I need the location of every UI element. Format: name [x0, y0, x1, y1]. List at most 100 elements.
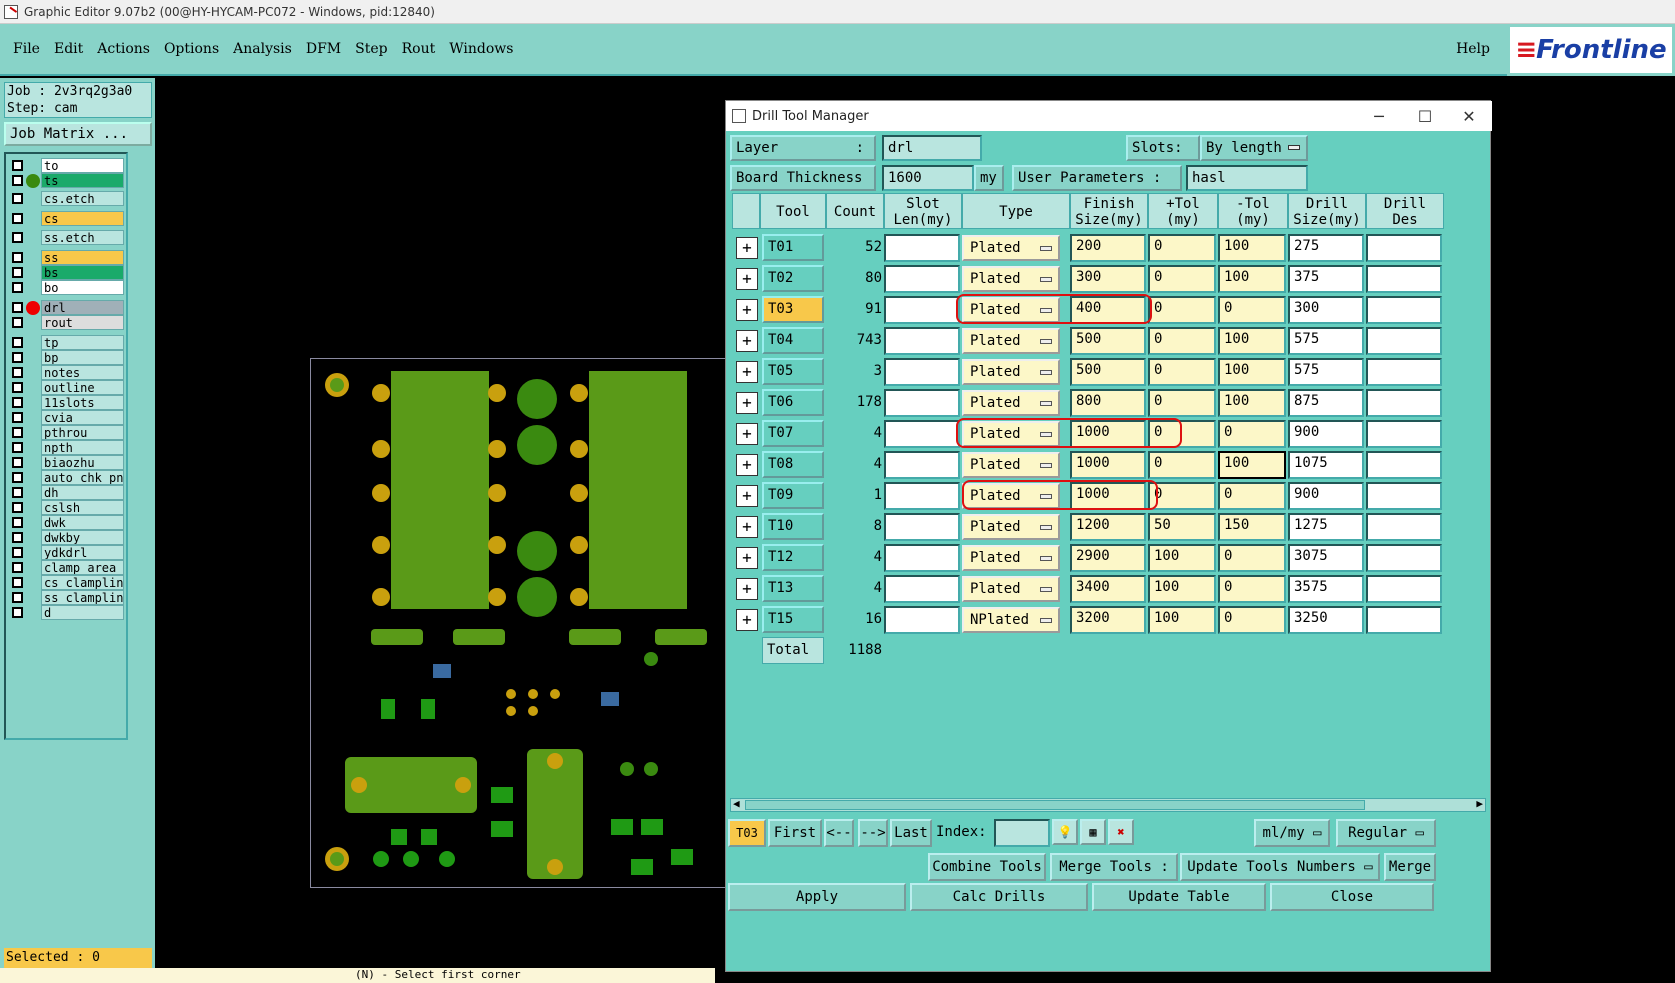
expand-icon[interactable]: +	[736, 454, 758, 476]
drill-size-input[interactable]: 1075	[1288, 451, 1364, 479]
layer-checkbox[interactable]	[12, 302, 23, 313]
drill-des-input[interactable]	[1366, 451, 1442, 479]
layer-checkbox[interactable]	[12, 472, 23, 483]
drill-des-input[interactable]	[1366, 358, 1442, 386]
drill-des-input[interactable]	[1366, 513, 1442, 541]
prev-button[interactable]: <--	[824, 819, 854, 847]
drill-size-input[interactable]: 900	[1288, 482, 1364, 510]
close-button[interactable]: Close	[1270, 883, 1434, 911]
layer-item[interactable]: 11slots	[8, 395, 126, 410]
index-input[interactable]	[994, 819, 1050, 847]
minus-tol-input[interactable]: 100	[1218, 234, 1286, 262]
slot-len-input[interactable]	[884, 265, 960, 293]
finish-size-input[interactable]: 3400	[1070, 575, 1146, 603]
last-button[interactable]: Last	[890, 819, 932, 847]
expand-icon[interactable]: +	[736, 392, 758, 414]
tool-button[interactable]: T13	[762, 575, 824, 602]
layer-checkbox[interactable]	[12, 532, 23, 543]
type-dropdown[interactable]: Plated	[962, 545, 1060, 571]
layer-checkbox[interactable]	[12, 232, 23, 243]
layer-item[interactable]: rout	[8, 315, 126, 330]
layer-item[interactable]: cs_clampline	[8, 575, 126, 590]
layer-item[interactable]: bp	[8, 350, 126, 365]
horizontal-scrollbar[interactable]: ◀ ▶	[730, 797, 1486, 812]
plus-tol-input[interactable]: 0	[1148, 389, 1216, 417]
layer-item[interactable]: dwkby	[8, 530, 126, 545]
plus-tol-input[interactable]: 0	[1148, 265, 1216, 293]
drill-size-input[interactable]: 900	[1288, 420, 1364, 448]
type-dropdown[interactable]: Plated	[962, 390, 1060, 416]
layer-checkbox[interactable]	[12, 547, 23, 558]
plus-tol-input[interactable]: 0	[1148, 234, 1216, 262]
delete-icon[interactable]: ✖	[1108, 819, 1134, 845]
layer-checkbox[interactable]	[12, 592, 23, 603]
layer-checkbox[interactable]	[12, 213, 23, 224]
layer-checkbox[interactable]	[12, 442, 23, 453]
layer-item[interactable]: cslsh	[8, 500, 126, 515]
slot-len-input[interactable]	[884, 606, 960, 634]
plus-tol-input[interactable]: 0	[1148, 327, 1216, 355]
finish-size-input[interactable]: 800	[1070, 389, 1146, 417]
update-tools-numbers-dropdown[interactable]: Update Tools Numbers ▭	[1180, 853, 1380, 881]
drill-size-input[interactable]: 575	[1288, 358, 1364, 386]
drill-des-input[interactable]	[1366, 544, 1442, 572]
type-dropdown[interactable]: Plated	[962, 576, 1060, 602]
layer-item[interactable]: pthrou	[8, 425, 126, 440]
finish-size-input[interactable]: 1000	[1070, 451, 1146, 479]
slot-len-input[interactable]	[884, 234, 960, 262]
maximize-icon[interactable]: ☐	[1402, 101, 1448, 131]
user-parameters-field[interactable]: hasl	[1186, 165, 1308, 191]
minus-tol-input[interactable]: 0	[1218, 296, 1286, 324]
slot-len-input[interactable]	[884, 451, 960, 479]
first-button[interactable]: First	[768, 819, 822, 847]
layer-item[interactable]: notes	[8, 365, 126, 380]
units-dropdown[interactable]: ml/my ▭	[1254, 819, 1330, 847]
layer-checkbox[interactable]	[12, 517, 23, 528]
type-dropdown[interactable]: Plated	[962, 359, 1060, 385]
plus-tol-input[interactable]: 100	[1148, 575, 1216, 603]
plus-tol-input[interactable]: 100	[1148, 606, 1216, 634]
plus-tol-input[interactable]: 0	[1148, 358, 1216, 386]
type-dropdown[interactable]: NPlated	[962, 607, 1060, 633]
layer-checkbox[interactable]	[12, 175, 23, 186]
drill-size-input[interactable]: 1275	[1288, 513, 1364, 541]
expand-icon[interactable]: +	[736, 547, 758, 569]
layer-checkbox[interactable]	[12, 382, 23, 393]
mode-dropdown[interactable]: Regular ▭	[1336, 819, 1436, 847]
scroll-left-icon[interactable]: ◀	[733, 797, 740, 810]
type-dropdown[interactable]: Plated	[962, 235, 1060, 261]
expand-icon[interactable]: +	[736, 299, 758, 321]
scrollbar-thumb[interactable]	[745, 800, 1365, 810]
layer-item[interactable]: dh	[8, 485, 126, 500]
drill-size-input[interactable]: 3250	[1288, 606, 1364, 634]
finish-size-input[interactable]: 1200	[1070, 513, 1146, 541]
slot-len-input[interactable]	[884, 327, 960, 355]
layer-checkbox[interactable]	[12, 193, 23, 204]
tool-button[interactable]: T01	[762, 234, 824, 261]
menu-file[interactable]: File	[13, 41, 40, 57]
finish-size-input[interactable]: 500	[1070, 327, 1146, 355]
slot-len-input[interactable]	[884, 296, 960, 324]
slot-len-input[interactable]	[884, 420, 960, 448]
expand-icon[interactable]: +	[736, 516, 758, 538]
slot-len-input[interactable]	[884, 575, 960, 603]
expand-icon[interactable]: +	[736, 423, 758, 445]
apply-button[interactable]: Apply	[728, 883, 906, 911]
minus-tol-input[interactable]: 100	[1218, 358, 1286, 386]
plus-tol-input[interactable]: 50	[1148, 513, 1216, 541]
menu-help[interactable]: Help	[1456, 41, 1490, 57]
layer-checkbox[interactable]	[12, 337, 23, 348]
layer-checkbox[interactable]	[12, 282, 23, 293]
pcb-board[interactable]	[310, 358, 730, 888]
layer-item[interactable]: ss.etch	[8, 230, 126, 245]
minus-tol-input[interactable]: 0	[1218, 575, 1286, 603]
layer-item[interactable]: outline	[8, 380, 126, 395]
layer-item[interactable]: to	[8, 158, 126, 173]
layer-checkbox[interactable]	[12, 397, 23, 408]
minus-tol-input[interactable]: 100	[1218, 327, 1286, 355]
layer-item[interactable]: cs.etch	[8, 191, 126, 206]
tool-button[interactable]: T10	[762, 513, 824, 540]
menu-actions[interactable]: Actions	[97, 41, 150, 57]
layer-item[interactable]: cs	[8, 211, 126, 226]
tool-button[interactable]: T07	[762, 420, 824, 447]
